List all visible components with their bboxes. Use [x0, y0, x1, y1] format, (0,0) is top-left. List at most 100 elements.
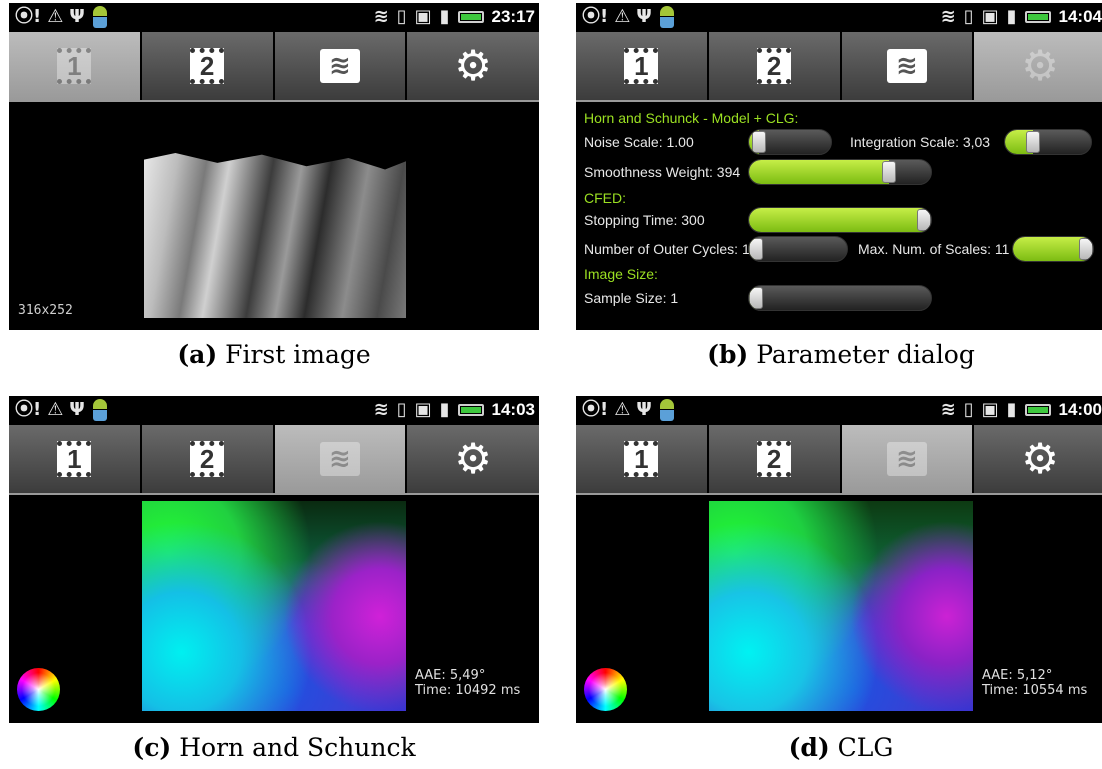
caption-d: (d) CLG: [576, 730, 1102, 766]
tab-bar: 1 2 ≋ ⚙: [9, 32, 539, 102]
status-bar: ⦿! ⚠ Ψ ≋ ▯ ▣ ▮ 14:00: [576, 396, 1102, 425]
tab-optical-flow[interactable]: ≋: [841, 32, 973, 100]
wifi-icon: ≋: [373, 399, 389, 420]
terrain-image: [144, 153, 406, 318]
film-frame-2-icon: 2: [190, 441, 225, 477]
noise-scale-slider[interactable]: [748, 129, 832, 155]
tab-settings[interactable]: ⚙: [407, 32, 539, 100]
caption-text: Parameter dialog: [748, 340, 975, 369]
heading-image-size: Image Size:: [584, 266, 658, 282]
outer-cycles-slider[interactable]: [748, 236, 848, 262]
tab-bar: 1 2 ≋ ⚙: [576, 32, 1102, 102]
usb-icon: Ψ: [636, 6, 652, 27]
tab-optical-flow[interactable]: ≋: [841, 425, 973, 493]
usb-icon: Ψ: [69, 6, 85, 27]
location-alert-icon: ⦿!: [15, 399, 42, 420]
location-alert-icon: ⦿!: [582, 399, 609, 420]
warning-icon: ⚠: [614, 6, 631, 27]
warning-icon: ⚠: [47, 6, 64, 27]
stopping-time-slider[interactable]: [748, 207, 932, 233]
parameter-dialog: Horn and Schunck - Model + CLG: Noise Sc…: [576, 104, 1102, 330]
film-frame-1-icon: 1: [624, 48, 659, 84]
vibrate-icon: ▯: [963, 6, 974, 27]
tab-second-image[interactable]: 2: [708, 425, 840, 493]
stopping-time-label: Stopping Time: 300: [584, 212, 705, 228]
film-frame-2-icon: 2: [190, 48, 225, 84]
signal-icon: ▮: [1006, 399, 1017, 420]
tab-optical-flow[interactable]: ≋: [274, 425, 406, 493]
caption-b: (b) Parameter dialog: [576, 337, 1102, 373]
tab-optical-flow[interactable]: ≋: [274, 32, 406, 100]
screenshot-horn-schunck: ⦿! ⚠ Ψ ≋ ▯ ▣ ▮ 14:03 1 2 ≋ ⚙ AAE: 5,49° …: [9, 396, 539, 723]
film-frame-2-icon: 2: [757, 441, 792, 477]
max-scales-slider[interactable]: [1012, 236, 1094, 262]
caption-c: (c) Horn and Schunck: [9, 730, 539, 766]
aae-value: AAE: 5,12°: [982, 668, 1053, 683]
sd-card-icon: ▣: [414, 6, 432, 27]
outer-cycles-label: Number of Outer Cycles: 1: [584, 241, 750, 257]
usb-icon: Ψ: [636, 399, 652, 420]
optical-flow-icon: ≋: [886, 442, 927, 476]
smoothness-weight-label: Smoothness Weight: 394: [584, 164, 741, 180]
caption-text: Horn and Schunck: [171, 733, 416, 762]
wifi-icon: ≋: [373, 6, 389, 27]
sd-card-icon: ▣: [981, 399, 999, 420]
sample-size-label: Sample Size: 1: [584, 290, 679, 306]
warning-icon: ⚠: [47, 399, 64, 420]
caption-text: CLG: [829, 733, 894, 762]
slider-thumb[interactable]: [749, 238, 763, 260]
gear-icon: ⚙: [1021, 41, 1059, 90]
slider-thumb[interactable]: [1026, 131, 1041, 153]
film-frame-2-icon: 2: [757, 48, 792, 84]
sd-card-icon: ▣: [981, 6, 999, 27]
location-alert-icon: ⦿!: [582, 6, 609, 27]
smoothness-weight-slider[interactable]: [748, 159, 932, 185]
integration-scale-label: Integration Scale: 3,03: [850, 134, 991, 150]
tab-settings[interactable]: ⚙: [407, 425, 539, 493]
vibrate-icon: ▯: [396, 399, 407, 420]
vibrate-icon: ▯: [396, 6, 407, 27]
heading-model: Horn and Schunck - Model + CLG:: [584, 110, 799, 126]
metrics-readout: AAE: 5,49° Time: 10492 ms: [415, 668, 520, 698]
slider-thumb[interactable]: [1079, 238, 1093, 260]
caption-letter: (c): [132, 733, 172, 762]
android-icon: [91, 6, 109, 28]
tab-second-image[interactable]: 2: [708, 32, 840, 100]
battery-icon: [1024, 404, 1051, 416]
sample-size-slider[interactable]: [748, 285, 932, 311]
tab-second-image[interactable]: 2: [141, 32, 273, 100]
status-bar: ⦿! ⚠ Ψ ≋ ▯ ▣ ▮ 23:17: [9, 3, 539, 32]
tab-first-image[interactable]: 1: [576, 32, 707, 100]
tab-settings[interactable]: ⚙: [974, 425, 1102, 493]
caption-a: (a) First image: [9, 337, 539, 373]
tab-bar: 1 2 ≋ ⚙: [9, 425, 539, 495]
battery-icon: [1024, 11, 1051, 23]
tab-first-image[interactable]: 1: [9, 425, 140, 493]
tab-first-image[interactable]: 1: [576, 425, 707, 493]
clock: 14:04: [1058, 7, 1102, 26]
clock: 14:03: [491, 400, 535, 419]
slider-thumb[interactable]: [917, 209, 931, 231]
color-wheel-icon: [17, 668, 60, 711]
optical-flow-icon: ≋: [319, 442, 360, 476]
android-icon: [658, 6, 676, 28]
status-bar: ⦿! ⚠ Ψ ≋ ▯ ▣ ▮ 14:04: [576, 3, 1102, 32]
slider-thumb[interactable]: [749, 287, 763, 309]
tab-settings[interactable]: ⚙: [974, 32, 1102, 100]
tab-bar: 1 2 ≋ ⚙: [576, 425, 1102, 495]
slider-thumb[interactable]: [882, 161, 897, 183]
slider-thumb[interactable]: [751, 131, 766, 153]
tab-first-image[interactable]: 1: [9, 32, 140, 100]
gear-icon: ⚙: [454, 434, 492, 483]
screenshot-clg: ⦿! ⚠ Ψ ≋ ▯ ▣ ▮ 14:00 1 2 ≋ ⚙ AAE: 5,12° …: [576, 396, 1102, 723]
tab-second-image[interactable]: 2: [141, 425, 273, 493]
integration-scale-slider[interactable]: [1004, 129, 1092, 155]
optical-flow-image: [142, 501, 406, 711]
noise-scale-label: Noise Scale: 1.00: [584, 134, 694, 150]
clock: 23:17: [491, 7, 535, 26]
film-frame-1-icon: 1: [57, 441, 92, 477]
signal-icon: ▮: [439, 399, 450, 420]
optical-flow-icon: ≋: [886, 49, 927, 83]
screenshot-first-image: ⦿! ⚠ Ψ ≋ ▯ ▣ ▮ 23:17 1 2 ≋ ⚙ 316x252: [9, 3, 539, 330]
wifi-icon: ≋: [940, 6, 956, 27]
